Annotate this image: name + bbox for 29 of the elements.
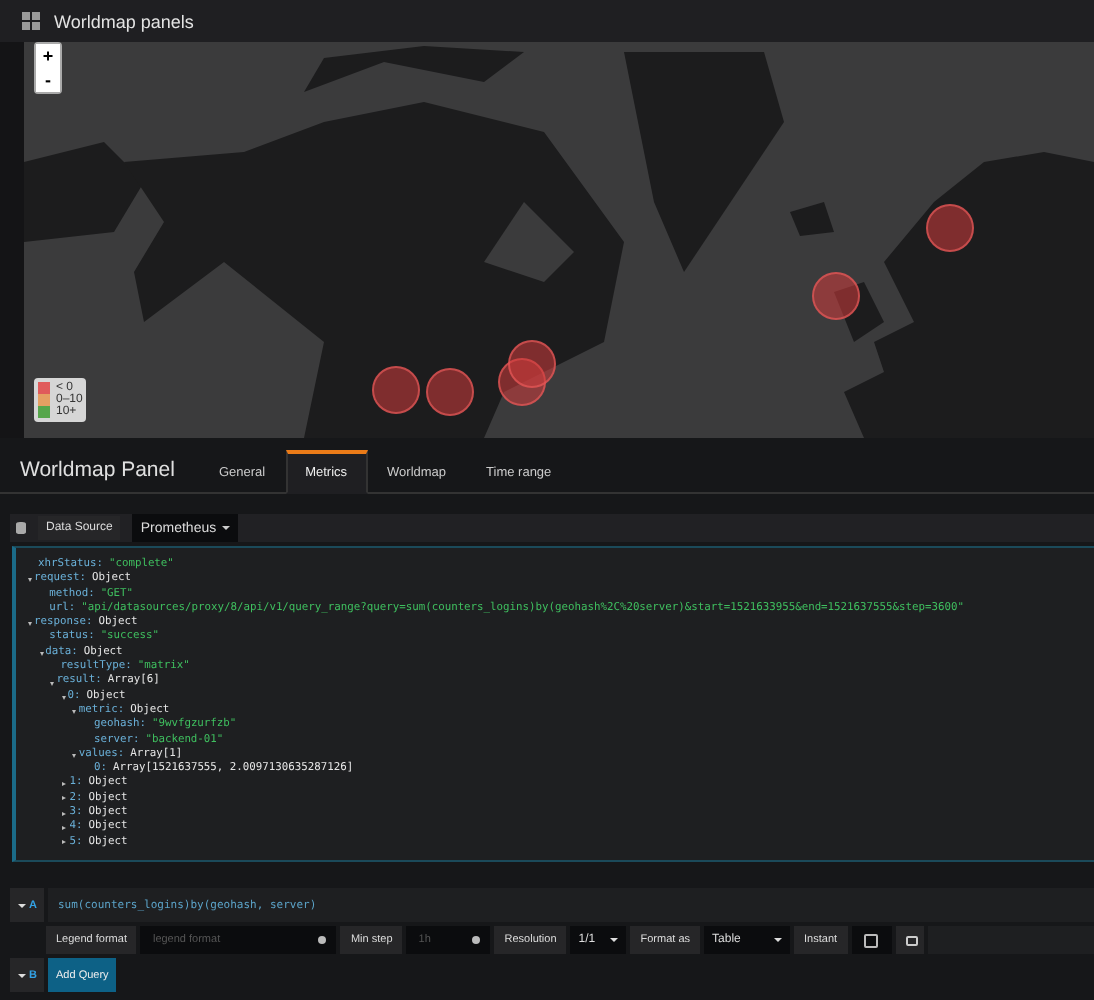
collapse-arrow-icon[interactable]	[28, 622, 32, 629]
map-marker	[372, 366, 420, 414]
caret-icon	[610, 938, 619, 942]
expand-arrow-icon[interactable]	[61, 840, 68, 845]
expand-arrow-icon[interactable]	[61, 796, 68, 801]
expand-arrow-icon[interactable]	[61, 782, 68, 787]
map-marker	[426, 368, 474, 416]
collapse-arrow-icon[interactable]	[72, 754, 77, 760]
collapse-arrow-icon[interactable]	[39, 651, 44, 658]
info-icon	[318, 936, 327, 944]
instant-checkbox[interactable]	[864, 933, 879, 947]
share-icon[interactable]	[895, 926, 924, 954]
map-marker	[926, 204, 974, 252]
collapse-arrow-icon[interactable]	[28, 578, 32, 585]
expand-arrow-icon[interactable]	[61, 825, 68, 830]
map-marker	[508, 340, 556, 388]
database-icon	[16, 522, 26, 534]
dashboard-grid-icon	[22, 12, 40, 30]
caret-icon	[222, 526, 231, 530]
info-icon	[472, 936, 481, 944]
expand-arrow-icon[interactable]	[61, 811, 68, 816]
map-marker	[812, 272, 860, 320]
collapse-arrow-icon[interactable]	[72, 710, 77, 717]
caret-icon	[774, 938, 783, 942]
dashboard-title: Worldmap panels	[54, 11, 194, 31]
collapse-arrow-icon[interactable]	[50, 681, 55, 688]
collapse-arrow-icon[interactable]	[61, 695, 66, 702]
panel-title: Worldmap Panel	[20, 458, 175, 486]
map-marker	[498, 358, 546, 406]
